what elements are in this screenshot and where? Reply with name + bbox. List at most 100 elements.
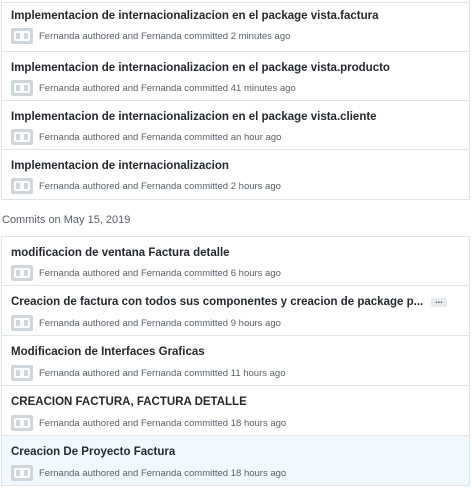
committed-text: committed [184, 180, 229, 192]
avatar-icon[interactable] [11, 415, 33, 431]
commit-row: Implementacion de internacionalizacion e… [2, 3, 469, 52]
commit-title-row: CREACION FACTURA, FACTURA DETALLE [11, 396, 247, 408]
commit-author-link[interactable]: Fernanda [39, 268, 80, 279]
committed-text: committed [184, 131, 229, 143]
authored-text: authored and [82, 131, 139, 143]
avatar-icon[interactable] [11, 129, 33, 145]
authored-text: authored and [82, 367, 139, 379]
commit-title-link[interactable]: CREACION FACTURA, FACTURA DETALLE [11, 396, 247, 408]
identicon-glyph [14, 468, 30, 478]
commit-title-link[interactable]: Implementacion de internacionalizacion e… [11, 62, 390, 74]
commit-time: 2 hours ago [230, 180, 281, 192]
authored-text: authored and [82, 30, 139, 42]
commit-time: an hour ago [230, 131, 282, 143]
commit-time: 41 minutes ago [230, 82, 296, 94]
expand-message-button[interactable]: ... [431, 295, 447, 307]
commit-title-row: Implementacion de internacionalizacion e… [11, 10, 378, 22]
commit-row: CREACION FACTURA, FACTURA DETALLE Fernan… [2, 386, 469, 436]
identicon-glyph [14, 31, 30, 41]
commit-row: Implementacion de internacionalizacion e… [2, 52, 469, 101]
commit-title-link[interactable]: Creacion de factura con todos sus compon… [11, 296, 423, 308]
identicon-glyph [14, 418, 30, 428]
commit-author-link[interactable]: Fernanda [39, 132, 80, 143]
commit-title-link[interactable]: modificacion de ventana Factura detalle [11, 247, 230, 259]
day-header: Commits on May 15, 2019 [1, 200, 470, 237]
commit-meta: Fernanda authored and Fernanda committed… [11, 415, 286, 431]
commit-meta: Fernanda authored and Fernanda committed… [11, 178, 281, 194]
commit-author-link[interactable]: Fernanda [39, 368, 80, 379]
commit-time: 11 hours ago [230, 367, 286, 379]
authored-text: authored and [82, 417, 139, 429]
identicon-glyph [14, 83, 30, 93]
commit-group-may-15: modificacion de ventana Factura detalle … [1, 237, 470, 486]
commit-meta: Fernanda authored and Fernanda committed… [11, 265, 281, 281]
commit-committer-link[interactable]: Fernanda [141, 318, 182, 329]
commit-time: 6 hours ago [230, 267, 281, 279]
commit-row: Implementacion de internacionalizacion F… [2, 150, 469, 199]
commit-author-link[interactable]: Fernanda [39, 318, 80, 329]
commit-title-row: Modificacion de Interfaces Graficas [11, 346, 205, 358]
commit-author-link[interactable]: Fernanda [39, 468, 80, 479]
commit-committer-link[interactable]: Fernanda [141, 468, 182, 479]
commit-author-link[interactable]: Fernanda [39, 83, 80, 94]
identicon-glyph [14, 368, 30, 378]
identicon-glyph [14, 268, 30, 278]
authored-text: authored and [82, 267, 139, 279]
commit-committer-link[interactable]: Fernanda [141, 83, 182, 94]
avatar-icon[interactable] [11, 178, 33, 194]
commit-committer-link[interactable]: Fernanda [141, 268, 182, 279]
commit-title-row: Implementacion de internacionalizacion e… [11, 62, 390, 74]
committed-text: committed [184, 267, 229, 279]
committed-text: committed [184, 417, 229, 429]
committed-text: committed [184, 317, 229, 329]
commit-title-row: Implementacion de internacionalizacion [11, 160, 229, 172]
commit-group-latest: Implementacion de internacionalizacion e… [1, 3, 470, 199]
commit-meta: Fernanda authored and Fernanda committed… [11, 80, 296, 96]
authored-text: authored and [82, 317, 139, 329]
committed-text: committed [184, 467, 229, 479]
authored-text: authored and [82, 82, 139, 94]
avatar-icon[interactable] [11, 465, 33, 481]
commit-title-link[interactable]: Implementacion de internacionalizacion [11, 160, 229, 172]
identicon-glyph [14, 132, 30, 142]
commit-title-link[interactable]: Modificacion de Interfaces Graficas [11, 346, 205, 358]
avatar-icon[interactable] [11, 365, 33, 381]
commit-time: 9 hours ago [230, 317, 281, 329]
commit-title-row: Creacion De Proyecto Factura [11, 446, 175, 458]
commit-committer-link[interactable]: Fernanda [141, 368, 182, 379]
authored-text: authored and [82, 467, 139, 479]
avatar-icon[interactable] [11, 80, 33, 96]
commit-row: Implementacion de internacionalizacion e… [2, 101, 469, 150]
identicon-glyph [14, 181, 30, 191]
avatar-icon[interactable] [11, 315, 33, 331]
commit-time: 18 hours ago [230, 467, 287, 479]
authored-text: authored and [82, 180, 139, 192]
commit-title-row: Implementacion de internacionalizacion e… [11, 111, 377, 123]
commit-row: Creacion De Proyecto Factura Fernanda au… [2, 436, 469, 486]
committed-text: committed [184, 367, 229, 379]
commit-meta: Fernanda authored and Fernanda committed… [11, 28, 290, 44]
commit-title-link[interactable]: Implementacion de internacionalizacion e… [11, 10, 378, 22]
commit-title-link[interactable]: Implementacion de internacionalizacion e… [11, 111, 377, 123]
commit-time: 18 hours ago [230, 417, 287, 429]
commit-title-row: modificacion de ventana Factura detalle [11, 247, 230, 259]
commit-title-row: Creacion de factura con todos sus compon… [11, 295, 447, 308]
identicon-glyph [14, 318, 30, 328]
avatar-icon[interactable] [11, 265, 33, 281]
commit-title-link[interactable]: Creacion De Proyecto Factura [11, 446, 175, 458]
commit-committer-link[interactable]: Fernanda [141, 132, 182, 143]
commit-committer-link[interactable]: Fernanda [141, 31, 182, 42]
avatar-icon[interactable] [11, 28, 33, 44]
commit-meta: Fernanda authored and Fernanda committed… [11, 465, 286, 481]
commit-meta: Fernanda authored and Fernanda committed… [11, 315, 281, 331]
commit-committer-link[interactable]: Fernanda [141, 181, 182, 192]
commit-row: Creacion de factura con todos sus compon… [2, 286, 469, 336]
commit-meta: Fernanda authored and Fernanda committed… [11, 129, 281, 145]
commit-meta: Fernanda authored and Fernanda committed… [11, 365, 286, 381]
commit-author-link[interactable]: Fernanda [39, 31, 80, 42]
committed-text: committed [184, 30, 229, 42]
commit-author-link[interactable]: Fernanda [39, 181, 80, 192]
commit-time: 2 minutes ago [230, 30, 291, 42]
commit-committer-link[interactable]: Fernanda [141, 418, 182, 429]
commit-author-link[interactable]: Fernanda [39, 418, 80, 429]
